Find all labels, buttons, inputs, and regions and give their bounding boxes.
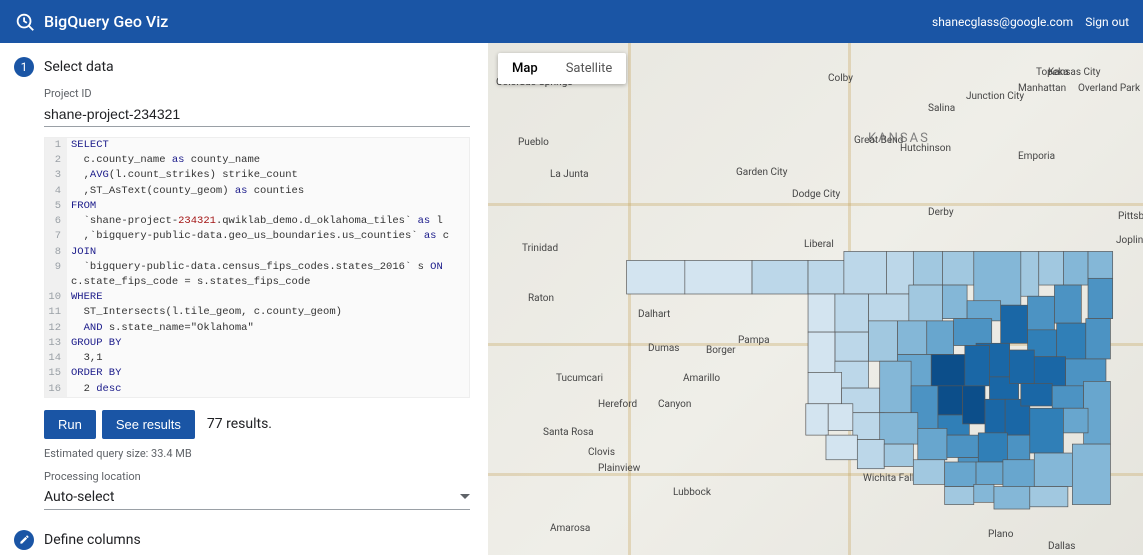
- county-beckham[interactable]: [808, 372, 842, 403]
- signout-link[interactable]: Sign out: [1085, 15, 1129, 29]
- user-email[interactable]: shanecglass@google.com: [932, 15, 1073, 29]
- main-layout: 1 Select data Project ID 1SELECT2 c.coun…: [0, 43, 1143, 555]
- county-stephens[interactable]: [918, 428, 947, 459]
- county-johnston[interactable]: [976, 462, 1003, 484]
- processing-location-value: Auto-select: [44, 489, 460, 505]
- logo-icon: [14, 11, 36, 33]
- county-noble[interactable]: [942, 285, 967, 319]
- step-1-badge: 1: [14, 57, 34, 77]
- county-mayes[interactable]: [1054, 285, 1081, 323]
- county-choctaw[interactable]: [1030, 487, 1068, 507]
- county-cleveland[interactable]: [938, 386, 963, 415]
- processing-location-select[interactable]: Auto-select: [44, 485, 470, 510]
- county-adair[interactable]: [1086, 319, 1111, 359]
- county-dewey[interactable]: [835, 332, 869, 361]
- estimated-size: Estimated query size: 33.4 MB: [44, 447, 470, 460]
- county-comanche[interactable]: [880, 413, 918, 444]
- county-coal[interactable]: [1007, 435, 1029, 460]
- county-tillman[interactable]: [857, 440, 884, 469]
- button-row: Run See results 77 results.: [44, 410, 470, 439]
- county-pittsburg[interactable]: [1030, 408, 1064, 453]
- county-logan[interactable]: [927, 321, 954, 355]
- select-data-body: Project ID 1SELECT2 c.county_name as cou…: [44, 87, 470, 510]
- app-header: BigQuery Geo Viz shanecglass@google.com …: [0, 0, 1143, 43]
- county-caddo[interactable]: [880, 361, 911, 413]
- county-jefferson[interactable]: [913, 460, 944, 485]
- sql-editor[interactable]: 1SELECT2 c.county_name as county_name3 ,…: [44, 137, 470, 398]
- county-seminole[interactable]: [985, 399, 1005, 433]
- county-nowata[interactable]: [1039, 251, 1064, 285]
- county-washington[interactable]: [1021, 251, 1039, 296]
- county-ottawa[interactable]: [1088, 251, 1113, 278]
- county-rogers[interactable]: [1028, 296, 1055, 330]
- chevron-down-icon: [460, 489, 470, 504]
- county-garvin[interactable]: [947, 435, 978, 457]
- run-button[interactable]: Run: [44, 410, 96, 439]
- county-love[interactable]: [945, 487, 974, 505]
- pencil-icon: [14, 530, 34, 550]
- county-marshall[interactable]: [974, 484, 994, 502]
- app-title: BigQuery Geo Viz: [44, 12, 932, 31]
- county-pontotoc[interactable]: [978, 433, 1007, 462]
- county-haskell[interactable]: [1052, 386, 1083, 408]
- map-type-control: Map Satellite: [498, 53, 626, 84]
- county-latimer[interactable]: [1063, 408, 1088, 433]
- county-cherokee[interactable]: [1057, 323, 1086, 359]
- results-count: 77 results.: [207, 416, 272, 432]
- county-harper[interactable]: [808, 260, 844, 294]
- county-cimarron[interactable]: [627, 260, 685, 294]
- county-mccurtain[interactable]: [1072, 444, 1110, 504]
- county-beaver[interactable]: [752, 260, 808, 294]
- county-cotton[interactable]: [884, 444, 913, 466]
- county-roger-mills[interactable]: [808, 332, 835, 372]
- county-pawnee[interactable]: [967, 301, 1001, 321]
- county-garfield[interactable]: [909, 285, 943, 321]
- county-ellis[interactable]: [808, 294, 835, 332]
- map-background[interactable]: KANSASColorado SpringsPuebloTrinidadRato…: [488, 43, 1143, 555]
- county-bryan[interactable]: [994, 487, 1030, 509]
- county-pottawatomie[interactable]: [963, 386, 985, 424]
- step-1-title: Select data: [44, 59, 114, 75]
- county-major[interactable]: [869, 294, 909, 321]
- county-blaine[interactable]: [869, 321, 898, 361]
- county-grant[interactable]: [913, 251, 942, 285]
- project-id-label: Project ID: [44, 87, 470, 100]
- county-osage[interactable]: [974, 251, 1021, 305]
- left-panel: 1 Select data Project ID 1SELECT2 c.coun…: [0, 43, 488, 555]
- county-lincoln[interactable]: [965, 346, 990, 386]
- county-kingfisher[interactable]: [898, 321, 927, 355]
- county-texas[interactable]: [685, 260, 752, 294]
- county-woods[interactable]: [844, 251, 887, 294]
- county-tulsa[interactable]: [1001, 305, 1028, 343]
- step-define-title: Define columns: [44, 532, 141, 548]
- step-define-columns[interactable]: Define columns: [14, 530, 470, 550]
- tab-satellite[interactable]: Satellite: [552, 53, 627, 84]
- county-pushmataha[interactable]: [1034, 453, 1072, 487]
- see-results-button[interactable]: See results: [102, 410, 195, 439]
- county-greer[interactable]: [828, 404, 853, 431]
- county-mcintosh[interactable]: [1021, 384, 1052, 406]
- processing-location-label: Processing location: [44, 470, 470, 483]
- tab-map[interactable]: Map: [498, 53, 552, 84]
- county-delaware[interactable]: [1088, 278, 1113, 318]
- choropleth-oklahoma: [608, 238, 1138, 518]
- county-oklahoma[interactable]: [931, 354, 965, 385]
- county-woodward[interactable]: [835, 294, 869, 332]
- step-select-data: 1 Select data: [14, 57, 470, 77]
- county-craig[interactable]: [1063, 251, 1088, 285]
- county-carter[interactable]: [945, 462, 976, 487]
- county-jackson[interactable]: [826, 435, 857, 460]
- project-id-input[interactable]: [44, 102, 470, 127]
- county-okmulgee[interactable]: [1010, 350, 1035, 384]
- county-kay[interactable]: [942, 251, 973, 285]
- county-payne[interactable]: [954, 319, 992, 346]
- map-panel[interactable]: KANSASColorado SpringsPuebloTrinidadRato…: [488, 43, 1143, 555]
- county-harmon[interactable]: [806, 404, 828, 435]
